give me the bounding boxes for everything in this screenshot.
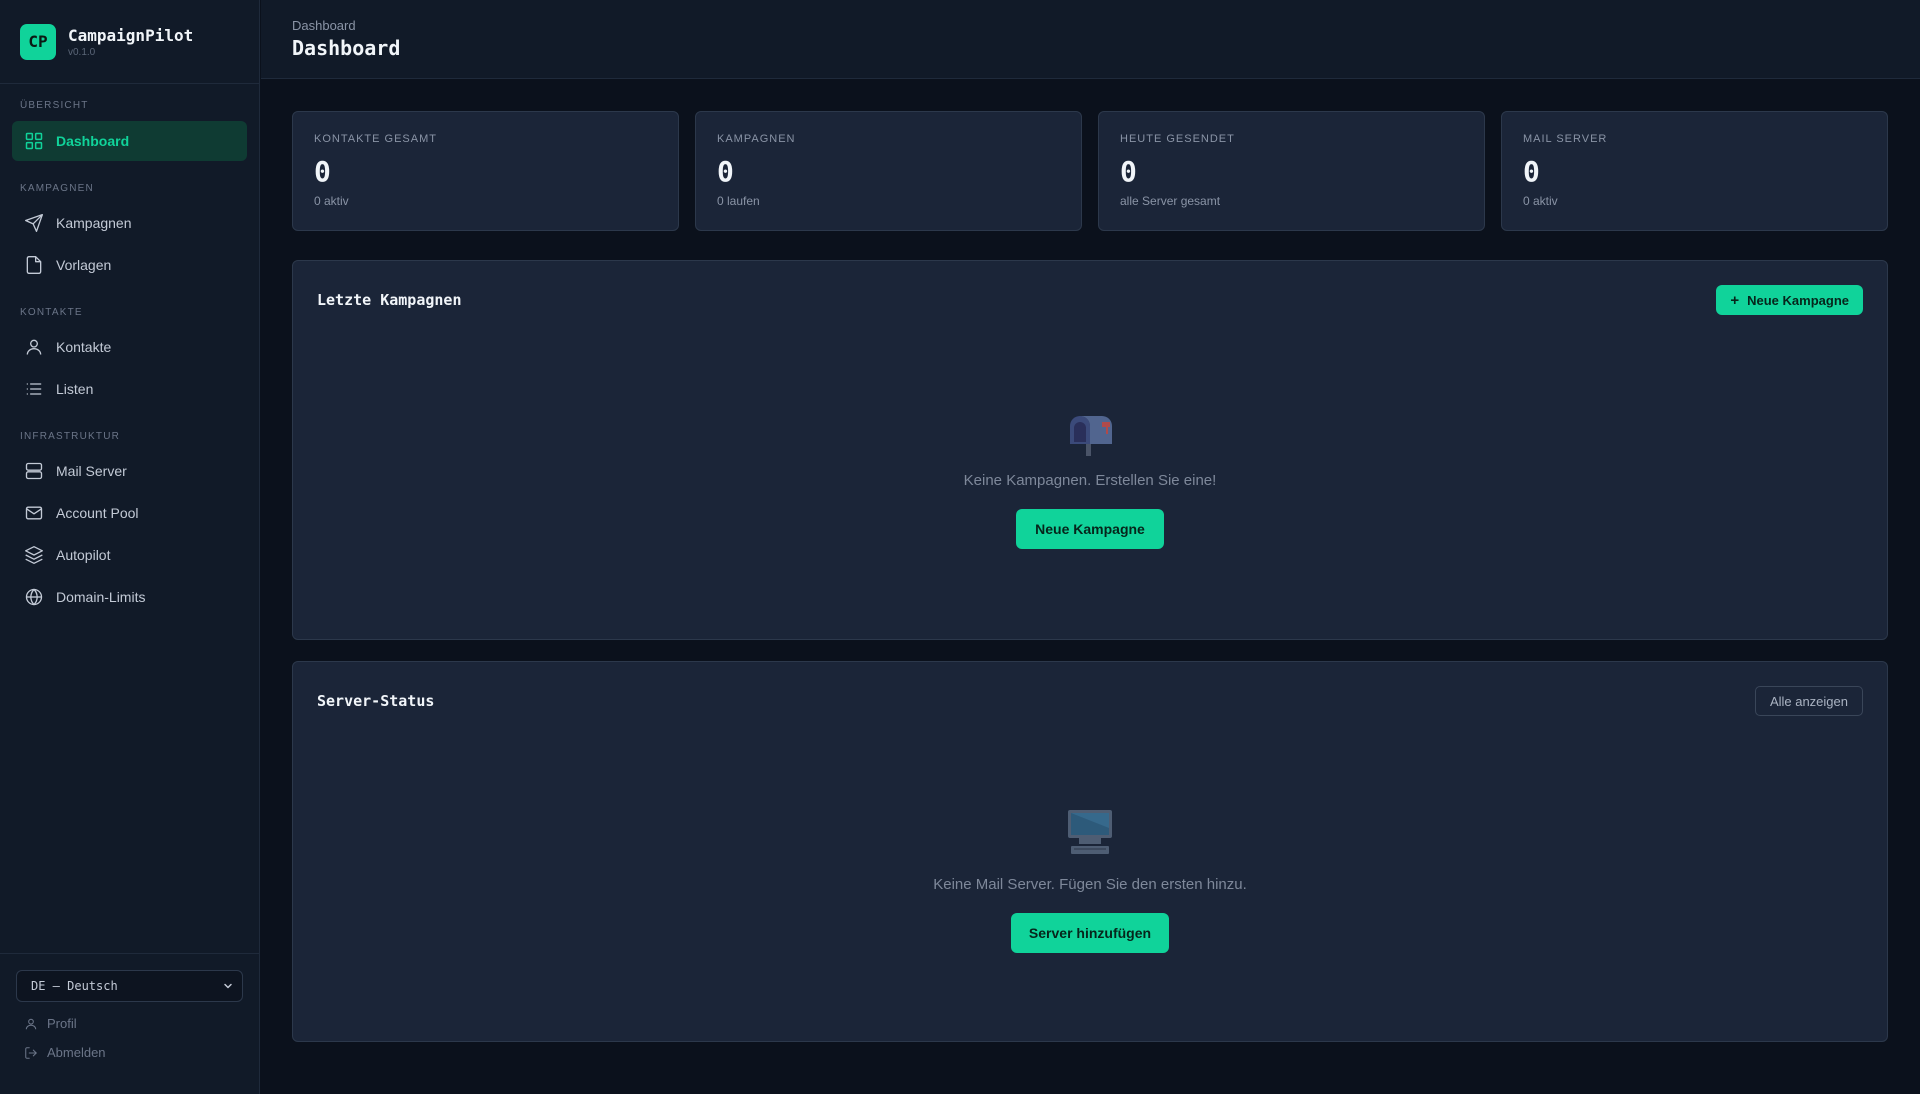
- empty-new-campaign-button[interactable]: Neue Kampagne: [1016, 509, 1164, 549]
- campaigns-empty-state: Keine Kampagnen. Erstellen Sie eine! Neu…: [293, 416, 1887, 549]
- page-title: Dashboard: [292, 36, 401, 60]
- logout-label: Abmelden: [47, 1045, 106, 1060]
- sidebar-item-label: Account Pool: [56, 505, 139, 521]
- logout-link[interactable]: Abmelden: [16, 1045, 243, 1060]
- sidebar-footer: DE — Deutsch Profil Abmelden: [0, 953, 259, 1094]
- stat-card-contacts: KONTAKTE GESAMT 0 0 aktiv: [292, 111, 679, 231]
- brand-name: CampaignPilot: [68, 25, 194, 45]
- language-select-value: DE — Deutsch: [31, 979, 118, 993]
- sidebar: CP CampaignPilot v0.1.0 ÜBERSICHT Dashbo…: [0, 0, 260, 1094]
- panel-title: Server-Status: [317, 692, 435, 710]
- stat-card-mail-server: MAIL SERVER 0 0 aktiv: [1501, 111, 1888, 231]
- add-server-button[interactable]: Server hinzufügen: [1011, 913, 1169, 953]
- empty-state-text: Keine Kampagnen. Erstellen Sie eine!: [963, 472, 1217, 489]
- server-empty-state: Keine Mail Server. Fügen Sie den ersten …: [293, 808, 1887, 953]
- stat-label: KONTAKTE GESAMT: [314, 133, 437, 145]
- server-status-panel: Server-Status Alle anzeigen Keine Mail S…: [292, 661, 1888, 1042]
- stat-label: HEUTE GESENDET: [1120, 133, 1235, 145]
- profile-label: Profil: [47, 1016, 77, 1031]
- page-header: Dashboard Dashboard: [261, 0, 1920, 79]
- nav-section-campaigns: KAMPAGNEN: [20, 183, 94, 194]
- mailbox-icon: [1070, 416, 1112, 456]
- stat-card-sent-today: HEUTE GESENDET 0 alle Server gesamt: [1098, 111, 1485, 231]
- sidebar-item-label: Autopilot: [56, 547, 111, 563]
- sidebar-item-templates[interactable]: Vorlagen: [12, 245, 247, 285]
- stat-sub: 0 aktiv: [314, 194, 349, 208]
- language-select[interactable]: DE — Deutsch: [16, 970, 243, 1002]
- chevron-down-icon: [224, 983, 232, 989]
- sidebar-item-label: Vorlagen: [56, 257, 112, 273]
- layers-icon: [25, 546, 43, 564]
- stat-value: 0: [1120, 155, 1137, 188]
- stat-sub: 0 laufen: [717, 194, 760, 208]
- sidebar-item-label: Kampagnen: [56, 215, 132, 231]
- new-campaign-button[interactable]: + Neue Kampagne: [1716, 285, 1863, 315]
- user-icon: [26, 339, 42, 355]
- nav-section-overview: ÜBERSICHT: [20, 100, 89, 111]
- brand: CP CampaignPilot v0.1.0: [0, 0, 259, 84]
- plus-icon: +: [1730, 291, 1740, 309]
- sidebar-item-account-pool[interactable]: Account Pool: [12, 493, 247, 533]
- stat-sub: alle Server gesamt: [1120, 194, 1221, 208]
- panel-title: Letzte Kampagnen: [317, 291, 462, 309]
- user-icon: [25, 1018, 37, 1029]
- brand-logo: CP: [20, 23, 56, 60]
- globe-icon: [25, 588, 43, 606]
- sidebar-item-domain-limits[interactable]: Domain-Limits: [12, 577, 247, 617]
- sidebar-item-label: Listen: [56, 381, 94, 397]
- mail-icon: [25, 506, 43, 520]
- sidebar-item-lists[interactable]: Listen: [12, 369, 247, 409]
- sidebar-item-campaigns[interactable]: Kampagnen: [12, 203, 247, 243]
- sidebar-item-contacts[interactable]: Kontakte: [12, 327, 247, 367]
- sidebar-item-label: Dashboard: [56, 133, 130, 149]
- stat-label: MAIL SERVER: [1523, 133, 1608, 145]
- logout-icon: [25, 1046, 37, 1059]
- new-campaign-label: Neue Kampagne: [1747, 292, 1849, 308]
- server-icon: [25, 462, 43, 480]
- profile-link[interactable]: Profil: [16, 1016, 243, 1031]
- stat-value: 0: [717, 155, 734, 188]
- sidebar-item-autopilot[interactable]: Autopilot: [12, 535, 247, 575]
- sidebar-item-label: Mail Server: [56, 463, 127, 479]
- brand-version: v0.1.0: [68, 46, 96, 58]
- stat-value: 0: [314, 155, 331, 188]
- nav-section-contacts: KONTAKTE: [20, 307, 83, 318]
- empty-state-text: Keine Mail Server. Fügen Sie den ersten …: [933, 876, 1247, 893]
- computer-icon: [1068, 810, 1112, 854]
- show-all-button[interactable]: Alle anzeigen: [1754, 686, 1863, 716]
- sidebar-item-dashboard[interactable]: Dashboard: [12, 121, 247, 161]
- stat-value: 0: [1523, 155, 1540, 188]
- list-icon: [26, 383, 42, 395]
- sidebar-item-label: Kontakte: [56, 339, 112, 355]
- stat-card-campaigns: KAMPAGNEN 0 0 laufen: [695, 111, 1082, 231]
- nav-section-infrastructure: INFRASTRUKTUR: [20, 431, 121, 442]
- sidebar-item-mail-server[interactable]: Mail Server: [12, 451, 247, 491]
- main-nav: ÜBERSICHT Dashboard KAMPAGNEN Kampagnen …: [0, 100, 259, 617]
- stat-sub: 0 aktiv: [1523, 194, 1558, 208]
- recent-campaigns-panel: Letzte Kampagnen + Neue Kampagne Keine K…: [292, 260, 1888, 640]
- stat-label: KAMPAGNEN: [717, 133, 796, 145]
- sidebar-item-label: Domain-Limits: [56, 589, 146, 605]
- file-icon: [26, 256, 42, 274]
- grid-icon: [25, 132, 43, 150]
- breadcrumb[interactable]: Dashboard: [292, 18, 1920, 33]
- send-icon: [25, 214, 43, 232]
